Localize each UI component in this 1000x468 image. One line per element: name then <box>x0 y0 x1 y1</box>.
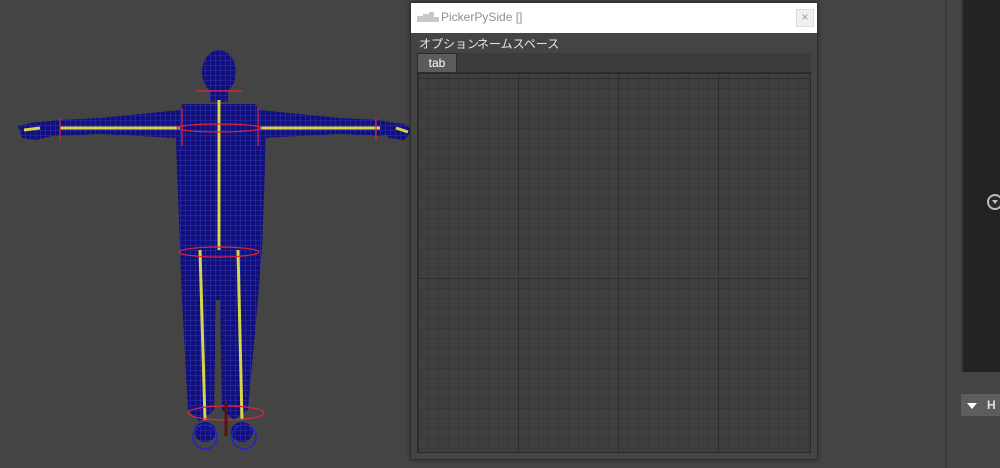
character-rig-wireframe[interactable] <box>0 0 420 468</box>
side-panel: H <box>947 0 1000 468</box>
body-mesh[interactable] <box>18 50 412 442</box>
picker-canvas[interactable] <box>417 73 811 453</box>
close-icon[interactable]: × <box>796 9 814 27</box>
side-panel-section-header[interactable]: H <box>961 394 1000 416</box>
side-panel-content <box>961 0 1000 372</box>
picker-window[interactable]: PickerPySide [] × オプション ネームスペース tab <box>410 2 818 460</box>
menu-bar: オプション ネームスペース <box>411 33 817 53</box>
chevron-down-circle-icon[interactable] <box>987 194 1000 210</box>
menu-namespace[interactable]: ネームスペース <box>477 35 559 52</box>
tab-bar: tab <box>417 53 811 73</box>
app-icon <box>417 12 439 22</box>
side-panel-section-label: H <box>987 398 996 412</box>
window-titlebar[interactable]: PickerPySide [] × <box>411 3 817 33</box>
menu-options[interactable]: オプション <box>419 35 479 52</box>
tab-main[interactable]: tab <box>417 53 457 72</box>
window-title: PickerPySide [] <box>441 10 523 24</box>
triangle-down-icon[interactable] <box>967 402 977 409</box>
